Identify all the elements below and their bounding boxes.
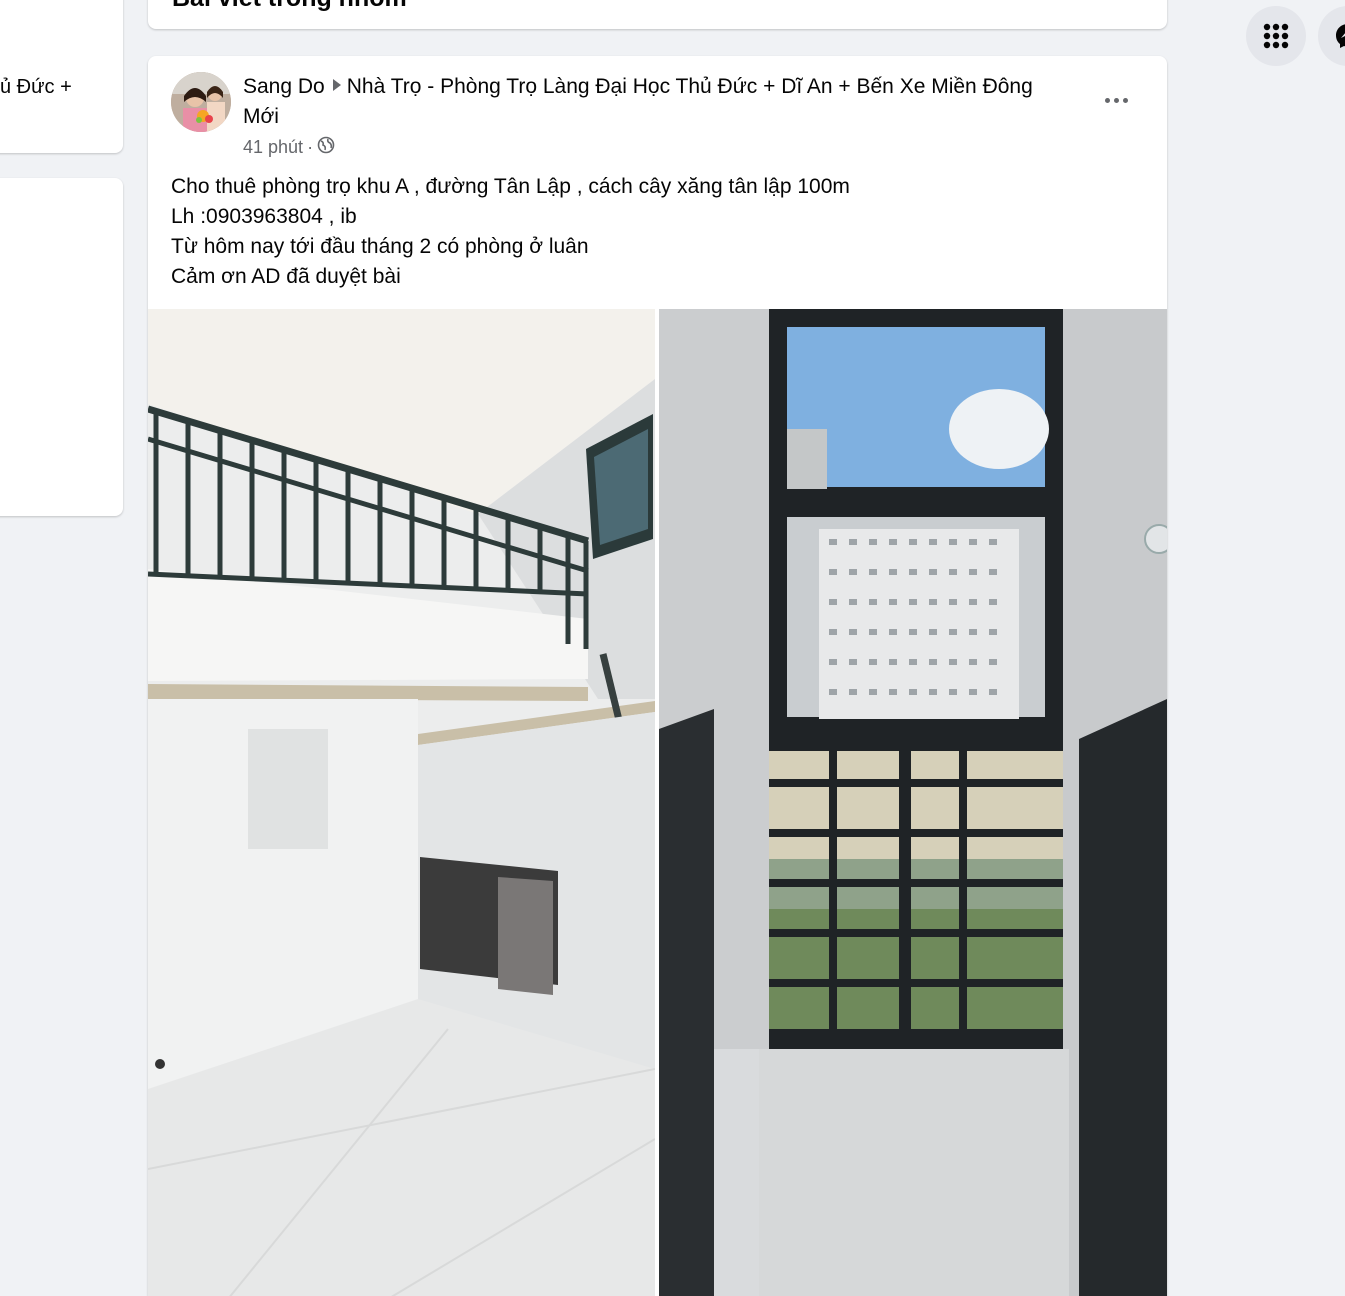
room-loft-photo[interactable] xyxy=(148,309,655,1296)
messenger-icon[interactable] xyxy=(1318,6,1345,66)
section-heading: Bài viết trong nhóm xyxy=(172,0,407,13)
shared-to-arrow-icon xyxy=(332,79,341,91)
group-posts-card: Bài viết trong nhóm xyxy=(148,0,1167,29)
post-text-line: Từ hôm nay tới đầu tháng 2 có phòng ở lu… xyxy=(171,235,589,258)
globe-icon xyxy=(317,136,335,159)
post-body: Cho thuê phòng trọ khu A , đường Tân Lập… xyxy=(171,172,850,292)
grid-menu-icon[interactable] xyxy=(1246,6,1306,66)
group-name-link[interactable]: Nhà Trọ - Phòng Trọ Làng Đại Học Thủ Đức… xyxy=(243,75,1033,128)
sidebar-group-name: ủ Đức + xyxy=(0,76,72,98)
post-meta: 41 phút · xyxy=(243,136,335,159)
sidebar-group-card[interactable]: ủ Đức + xyxy=(0,0,123,153)
post-text-line: Lh :0903963804 , ib xyxy=(171,205,357,228)
author-name[interactable]: Sang Do xyxy=(243,75,325,98)
post-timestamp[interactable]: 41 phút xyxy=(243,137,303,158)
post-text-line: Cảm ơn AD đã duyệt bài xyxy=(171,265,401,288)
meta-separator: · xyxy=(307,137,314,157)
sidebar-card xyxy=(0,178,123,516)
more-options-icon[interactable] xyxy=(1096,80,1136,120)
post-text-line: Cho thuê phòng trọ khu A , đường Tân Lập… xyxy=(171,175,850,198)
post-header: Sang Do Nhà Trọ - Phòng Trọ Làng Đại Học … xyxy=(243,72,1073,132)
author-avatar[interactable] xyxy=(171,72,231,132)
room-window-photo[interactable] xyxy=(659,309,1167,1296)
feed-post: Sang Do Nhà Trọ - Phòng Trọ Làng Đại Học … xyxy=(148,56,1167,1296)
